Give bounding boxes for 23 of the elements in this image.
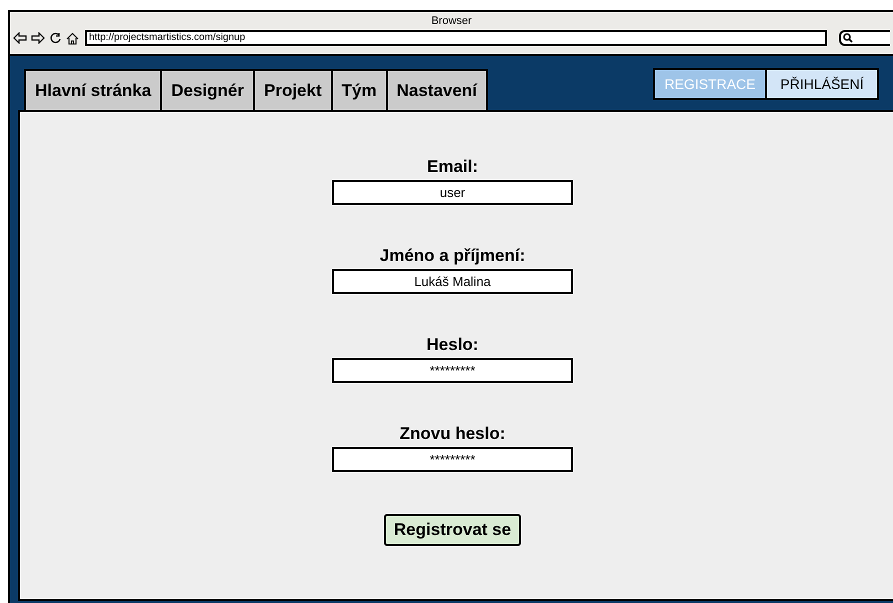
field-label: Jméno a příjmení: (380, 245, 526, 267)
nav-tab[interactable]: Hlavní stránka (24, 69, 162, 112)
field-label: Heslo: (426, 334, 478, 356)
window-title: Browser (431, 14, 472, 29)
nav-tab[interactable]: Tým (330, 69, 388, 112)
nav-tab[interactable]: Projekt (252, 69, 333, 112)
search-icon (843, 33, 853, 43)
forward-icon[interactable] (31, 32, 45, 44)
input-field[interactable]: user (332, 180, 573, 205)
auth-button[interactable]: PŘIHLÁŠENÍ (765, 68, 879, 100)
search-field[interactable] (839, 30, 890, 46)
nav-tab[interactable]: Nastavení (386, 69, 488, 112)
field-label: Email: (426, 156, 478, 178)
refresh-icon[interactable] (49, 32, 62, 44)
input-field[interactable]: ********* (332, 358, 573, 383)
address-field[interactable]: http://projectsmartistics.com/signup (85, 30, 827, 46)
field-label: Znovu heslo: (400, 423, 506, 445)
input-field[interactable]: ********* (332, 447, 573, 472)
nav-tab[interactable]: Designér (160, 69, 255, 112)
back-icon[interactable] (13, 32, 27, 44)
register-button[interactable]: Registrovat se (384, 514, 522, 546)
input-field[interactable]: Lukáš Malina (332, 269, 573, 294)
home-icon[interactable] (66, 32, 79, 44)
